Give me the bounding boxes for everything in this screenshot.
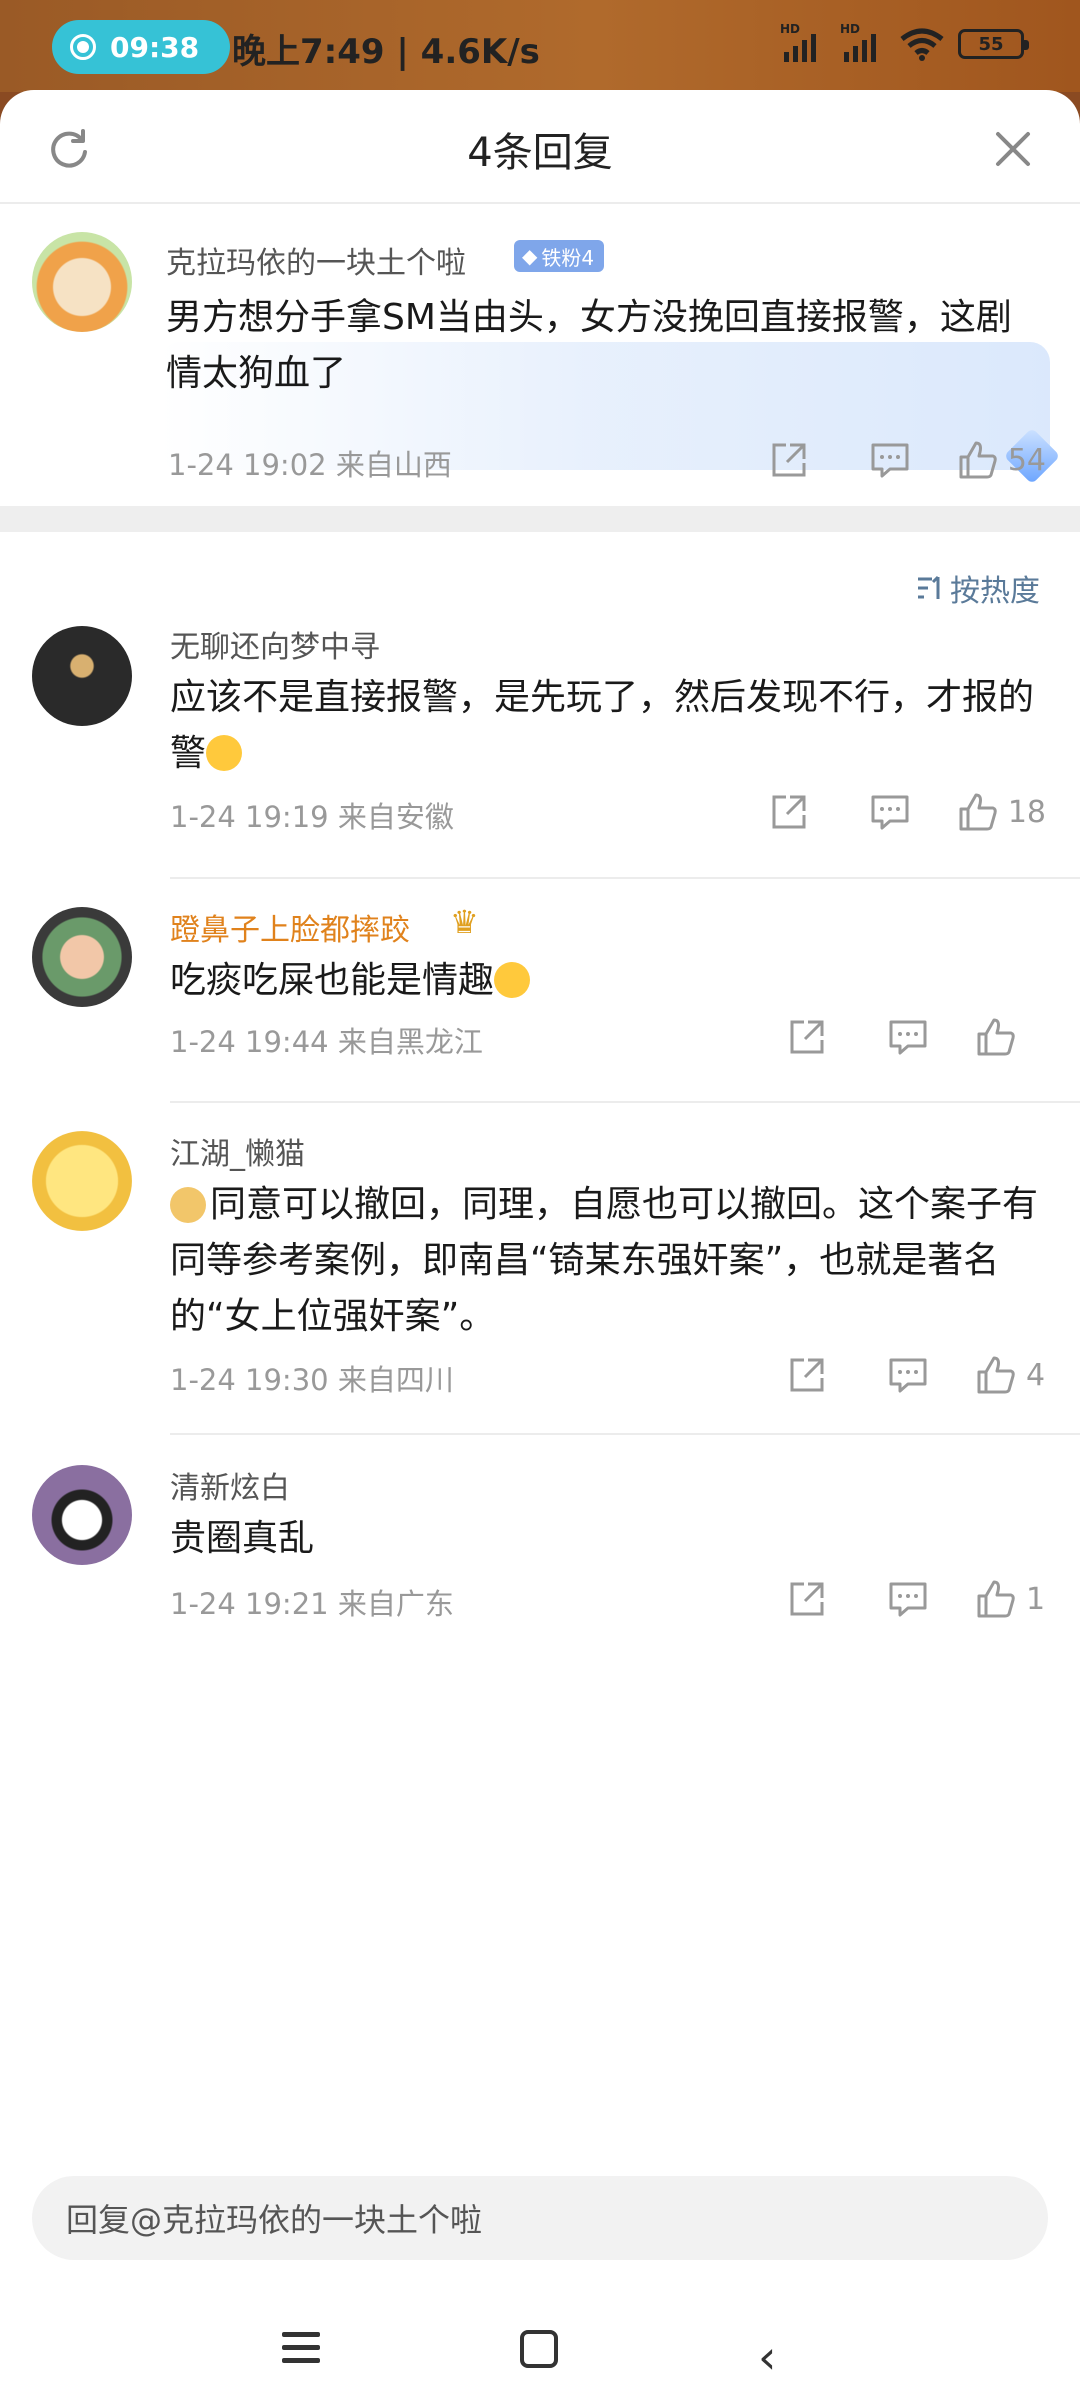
- username-vip[interactable]: 蹬鼻子上脸都摔跤: [170, 905, 410, 949]
- sort-icon: [918, 575, 940, 599]
- menu-nav-icon[interactable]: [282, 2332, 320, 2371]
- thumbs-up-icon: [977, 1580, 1015, 1618]
- comment-icon: [871, 443, 909, 478]
- reply-button[interactable]: [888, 1018, 928, 1056]
- username[interactable]: 克拉玛依的一块土个啦: [166, 238, 466, 282]
- like-count: 4: [1026, 1357, 1046, 1393]
- comment-text: 男方想分手拿SM当由头，女方没挽回直接报警，这剧情太狗血了: [166, 297, 1012, 394]
- comment-meta: 1-24 19:19 来自安徽: [170, 800, 454, 834]
- close-icon[interactable]: [990, 126, 1036, 172]
- comment-body: 应该不是直接报警，是先玩了，然后发现不行，才报的警: [170, 677, 1035, 774]
- diamond-icon: ◆: [522, 244, 538, 268]
- sweat-smile-emoji-icon: [494, 962, 531, 998]
- status-bar: 09:38 晚上7:49 | 4.6K/s HD HD 55: [0, 0, 1080, 92]
- comment-actions: [788, 1017, 1046, 1057]
- like-count: 54: [1007, 442, 1046, 478]
- status-icons: HD HD 55: [780, 22, 1029, 62]
- username[interactable]: 无聊还向梦中寻: [170, 622, 380, 666]
- reply-button[interactable]: [888, 1356, 928, 1394]
- share-button[interactable]: [788, 1356, 826, 1394]
- share-icon: [772, 795, 806, 829]
- comment-icon: [889, 1020, 927, 1055]
- share-icon: [790, 1020, 824, 1054]
- shush-emoji-icon: [206, 735, 243, 771]
- share-button[interactable]: [788, 1580, 826, 1618]
- reply-button[interactable]: [870, 441, 910, 479]
- like-count: 1: [1026, 1581, 1046, 1617]
- comment-body: 同意可以撤回，同理，自愿也可以撤回。这个案子有同等参考案例，即南昌“锜某东强奸案…: [170, 1184, 1039, 1337]
- back-nav-icon[interactable]: ‹: [758, 2330, 776, 2384]
- username[interactable]: 江湖_懒猫: [170, 1129, 305, 1173]
- like-count: 18: [1007, 794, 1046, 830]
- thumbs-up-icon: [977, 1356, 1015, 1394]
- share-icon: [772, 443, 806, 477]
- avatar[interactable]: [32, 626, 132, 726]
- thumbs-up-icon: [959, 441, 997, 479]
- comment-meta: 1-24 19:30 来自四川: [170, 1363, 454, 1397]
- sort-row: 按热度: [0, 532, 1080, 622]
- recording-time: 09:38: [110, 30, 200, 64]
- page-title: 4条回复: [467, 130, 613, 176]
- sort-button[interactable]: 按热度: [916, 566, 1040, 610]
- home-nav-icon[interactable]: [520, 2330, 558, 2368]
- sheet-header: 4条回复: [0, 90, 1080, 204]
- sort-label: 按热度: [950, 574, 1040, 609]
- share-icon: [790, 1358, 824, 1392]
- comment-actions: 1: [788, 1579, 1046, 1619]
- like-button[interactable]: 1: [976, 1579, 1046, 1619]
- comment-meta: 1-24 19:44 来自黑龙江: [170, 1025, 483, 1059]
- record-icon: [70, 34, 96, 60]
- reply-button[interactable]: [888, 1580, 928, 1618]
- comment-body: 吃痰吃屎也能是情趣: [170, 960, 495, 1001]
- like-button[interactable]: [976, 1017, 1046, 1057]
- like-button[interactable]: 4: [976, 1355, 1046, 1395]
- comment-text: 应该不是直接报警，是先玩了，然后发现不行，才报的警: [170, 670, 1050, 782]
- comment-actions: 54: [770, 440, 1046, 480]
- comment-actions: 4: [788, 1355, 1046, 1395]
- comment-text: 贵圈真乱: [170, 1518, 315, 1559]
- comment-text: 吃痰吃屎也能是情趣: [170, 953, 1050, 1009]
- share-icon: [790, 1582, 824, 1616]
- reply-input[interactable]: 回复@克拉玛依的一块土个啦: [32, 2176, 1048, 2260]
- signal-icon-2: HD: [840, 22, 886, 62]
- section-divider: [0, 506, 1080, 532]
- comment-text: 同意可以撤回，同理，自愿也可以撤回。这个案子有同等参考案例，即南昌“锜某东强奸案…: [170, 1177, 1050, 1345]
- system-nav-bar: ‹: [0, 2290, 1080, 2400]
- root-comment: 克拉玛依的一块土个啦 ◆ 铁粉4 男方想分手拿SM当由头，女方没挽回直接报警，这…: [0, 204, 1080, 506]
- share-button[interactable]: [770, 793, 808, 831]
- avatar[interactable]: [32, 232, 132, 332]
- signal-icon: HD: [780, 22, 826, 62]
- avatar[interactable]: [32, 1465, 132, 1565]
- fan-badge: ◆ 铁粉4: [514, 240, 605, 272]
- comment-meta: 1-24 19:02 来自山西: [168, 448, 452, 482]
- comment-icon: [889, 1582, 927, 1617]
- thumbs-up-icon: [977, 1018, 1015, 1056]
- comment-icon: [889, 1358, 927, 1393]
- reply-item: 清新炫白 贵圈真乱 1-24 19:21 来自广东 1: [0, 1435, 1080, 1635]
- like-button[interactable]: 18: [958, 792, 1046, 832]
- replies-sheet: 4条回复 克拉玛依的一块土个啦 ◆ 铁粉4 男方想分手拿SM当由头，女方没挽回直…: [0, 90, 1080, 2400]
- fan-badge-label: 铁粉4: [541, 245, 595, 270]
- wifi-icon: [900, 28, 944, 61]
- username[interactable]: 清新炫白: [170, 1463, 290, 1507]
- share-button[interactable]: [770, 441, 808, 479]
- battery-icon: 55: [958, 29, 1029, 59]
- share-button[interactable]: [788, 1018, 826, 1056]
- crown-badge-icon: ♛: [450, 903, 479, 941]
- doge-emoji-icon: [170, 1187, 206, 1223]
- comment-icon: [871, 795, 909, 830]
- avatar[interactable]: [32, 907, 132, 1007]
- reply-item: 江湖_懒猫 同意可以撤回，同理，自愿也可以撤回。这个案子有同等参考案例，即南昌“…: [0, 1103, 1080, 1435]
- status-time-network: 晚上7:49 | 4.6K/s: [232, 32, 540, 72]
- comment-actions: 18: [770, 792, 1046, 832]
- like-button[interactable]: 54: [958, 440, 1046, 480]
- avatar[interactable]: [32, 1131, 132, 1231]
- screen-recording-indicator[interactable]: 09:38: [52, 20, 230, 74]
- reply-item: 无聊还向梦中寻 应该不是直接报警，是先玩了，然后发现不行，才报的警 1-24 1…: [0, 622, 1080, 879]
- comment-meta: 1-24 19:21 来自广东: [170, 1587, 454, 1621]
- reply-button[interactable]: [870, 793, 910, 831]
- thumbs-up-icon: [959, 793, 997, 831]
- reply-item: 蹬鼻子上脸都摔跤 ♛ 吃痰吃屎也能是情趣 1-24 19:44 来自黑龙江: [0, 879, 1080, 1103]
